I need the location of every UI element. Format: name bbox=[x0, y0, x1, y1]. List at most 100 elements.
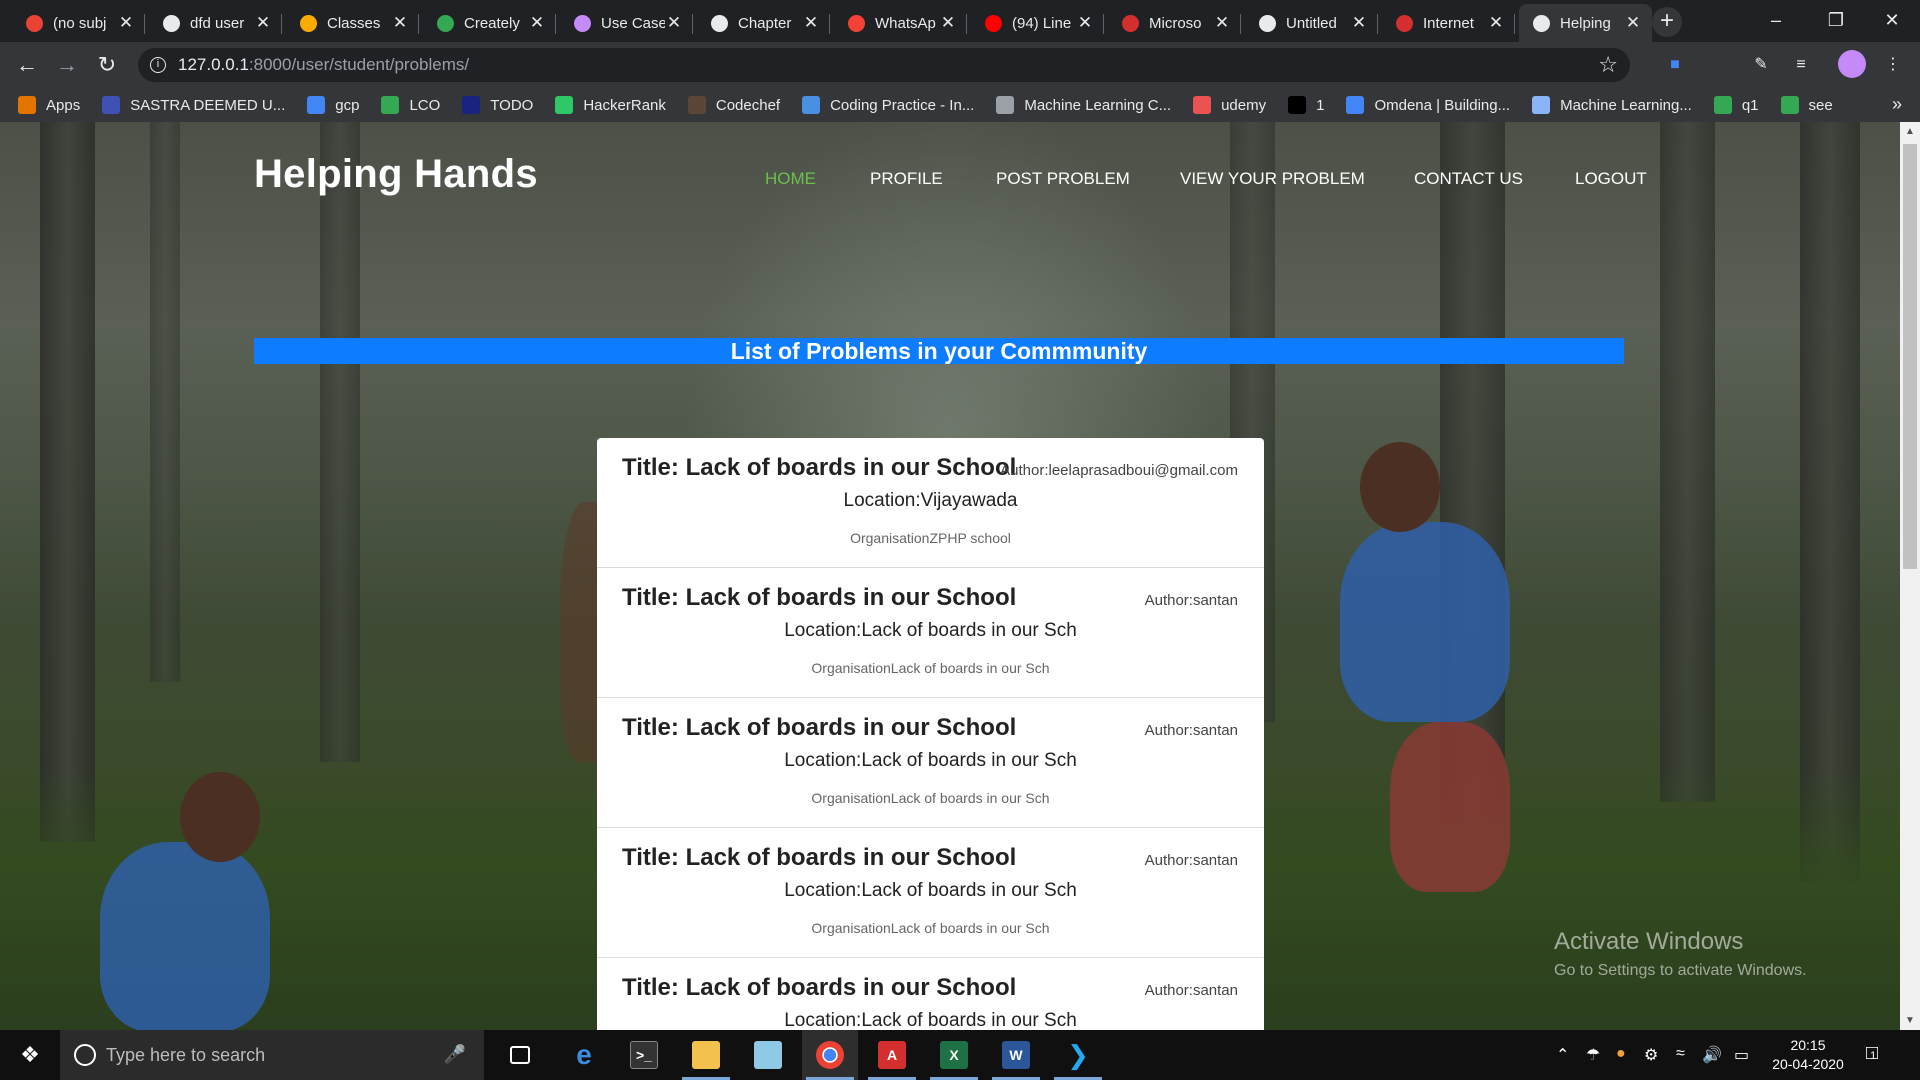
browser-tab[interactable]: Untitled ✕ bbox=[1245, 4, 1378, 42]
bookmark-item[interactable]: Machine Learning C... bbox=[996, 96, 1171, 114]
nav-profile[interactable]: PROFILE bbox=[870, 169, 943, 189]
browser-tab[interactable]: Microso ✕ bbox=[1108, 4, 1241, 42]
bookmark-item[interactable]: Apps bbox=[18, 96, 80, 114]
browser-tab[interactable]: Classes ✕ bbox=[286, 4, 419, 42]
taskbar-search-box[interactable]: Type here to search 🎤 bbox=[60, 1030, 484, 1080]
problem-card[interactable]: Title: Lack of boards in our School Autho… bbox=[597, 958, 1264, 1030]
bookmark-item[interactable]: LCO bbox=[381, 96, 440, 114]
extension-square-icon[interactable]: ■ bbox=[1662, 52, 1688, 78]
notification-center-icon[interactable]: □1 bbox=[1866, 1042, 1878, 1065]
bookmark-item[interactable]: SASTRA DEEMED U... bbox=[102, 96, 285, 114]
site-brand[interactable]: Helping Hands bbox=[254, 152, 538, 197]
media-queue-icon[interactable]: ≡ bbox=[1788, 52, 1814, 78]
word-icon[interactable]: W bbox=[988, 1030, 1044, 1080]
bookmark-item[interactable]: 1 bbox=[1288, 96, 1324, 114]
system-clock[interactable]: 20:15 20-04-2020 bbox=[1768, 1036, 1848, 1074]
nav-view-your-problem[interactable]: VIEW YOUR PROBLEM bbox=[1180, 169, 1365, 189]
browser-tab[interactable]: (94) Line ✕ bbox=[971, 4, 1104, 42]
vscode-icon[interactable]: ❯ bbox=[1050, 1030, 1106, 1080]
edge-icon[interactable]: e bbox=[556, 1030, 612, 1080]
tab-title: Classes bbox=[327, 14, 381, 32]
close-tab-icon[interactable]: ✕ bbox=[117, 13, 135, 33]
bookmark-item[interactable]: udemy bbox=[1193, 96, 1266, 114]
microphone-icon[interactable]: 🎤 bbox=[444, 1044, 466, 1065]
close-tab-icon[interactable]: ✕ bbox=[1076, 13, 1094, 33]
close-tab-icon[interactable]: ✕ bbox=[1487, 13, 1505, 33]
bookmark-item[interactable]: see bbox=[1780, 96, 1833, 114]
problem-card[interactable]: Title: Lack of boards in our School Autho… bbox=[597, 828, 1264, 958]
close-tab-icon[interactable]: ✕ bbox=[528, 13, 546, 33]
new-tab-button[interactable]: + bbox=[1652, 7, 1682, 37]
shield-icon[interactable]: ☂ bbox=[1586, 1045, 1600, 1065]
bookmark-item[interactable]: gcp bbox=[307, 96, 359, 114]
volume-icon[interactable]: 🔊 bbox=[1702, 1045, 1722, 1065]
bookmark-item[interactable]: Machine Learning... bbox=[1532, 96, 1692, 114]
menu-dots-icon[interactable]: ⋮ bbox=[1880, 52, 1906, 78]
minimize-button[interactable]: – bbox=[1746, 0, 1806, 40]
close-tab-icon[interactable]: ✕ bbox=[1624, 13, 1642, 33]
nav-home[interactable]: HOME bbox=[765, 169, 816, 189]
close-window-button[interactable]: ✕ bbox=[1862, 0, 1920, 40]
notepad-icon[interactable] bbox=[740, 1030, 796, 1080]
terminal-icon[interactable]: >_ bbox=[616, 1030, 672, 1080]
bookmark-item[interactable]: TODO bbox=[462, 96, 533, 114]
browser-tab[interactable]: Use Case ✕ bbox=[560, 4, 693, 42]
browser-tab[interactable]: Creately ✕ bbox=[423, 4, 556, 42]
reload-icon[interactable]: ↻ bbox=[92, 50, 122, 80]
back-arrow-icon[interactable]: ← bbox=[12, 50, 42, 80]
scrollbar-thumb[interactable] bbox=[1903, 144, 1917, 569]
page-scrollbar[interactable]: ▲ ▼ bbox=[1900, 122, 1920, 1030]
wifi-icon[interactable]: ≈ bbox=[1676, 1045, 1685, 1063]
scroll-up-arrow-icon[interactable]: ▲ bbox=[1900, 126, 1920, 137]
close-tab-icon[interactable]: ✕ bbox=[665, 13, 683, 33]
problem-location: Location:Lack of boards in our Sch bbox=[784, 1010, 1077, 1030]
chrome-icon[interactable] bbox=[802, 1030, 858, 1080]
nav-logout[interactable]: LOGOUT bbox=[1575, 169, 1647, 189]
scroll-down-arrow-icon[interactable]: ▼ bbox=[1900, 1015, 1920, 1026]
task-view-icon[interactable] bbox=[492, 1030, 548, 1080]
problem-card[interactable]: Title: Lack of boards in our School Autho… bbox=[597, 568, 1264, 698]
tray-network-off-icon[interactable]: ⚙ bbox=[1644, 1045, 1658, 1065]
more-bookmarks-icon[interactable]: » bbox=[1892, 94, 1902, 115]
nav-contact-us[interactable]: CONTACT US bbox=[1414, 169, 1523, 189]
bookmark-item[interactable]: Omdena | Building... bbox=[1346, 96, 1510, 114]
excel-icon[interactable]: X bbox=[926, 1030, 982, 1080]
close-tab-icon[interactable]: ✕ bbox=[939, 13, 957, 33]
tab-separator bbox=[144, 14, 145, 34]
tree-trunk bbox=[40, 122, 95, 842]
battery-icon[interactable]: ▭ bbox=[1734, 1045, 1749, 1065]
tray-chevron-up-icon[interactable]: ⌃ bbox=[1556, 1045, 1569, 1065]
tree-trunk bbox=[1660, 122, 1715, 802]
bookmark-item[interactable]: q1 bbox=[1713, 96, 1759, 114]
tab-separator bbox=[418, 14, 419, 34]
problem-card[interactable]: Title: Lack of boards in our School Autho… bbox=[597, 438, 1264, 568]
tray-app-icon[interactable]: ● bbox=[1616, 1045, 1626, 1063]
file-explorer-icon[interactable] bbox=[678, 1030, 734, 1080]
acrobat-icon[interactable]: A bbox=[864, 1030, 920, 1080]
problem-card[interactable]: Title: Lack of boards in our School Autho… bbox=[597, 698, 1264, 828]
browser-tab[interactable]: Chapter ✕ bbox=[697, 4, 830, 42]
browser-tab[interactable]: dfd user ✕ bbox=[149, 4, 282, 42]
browser-tab[interactable]: WhatsAp ✕ bbox=[834, 4, 967, 42]
bookmark-star-icon[interactable]: ☆ bbox=[1598, 52, 1618, 78]
close-tab-icon[interactable]: ✕ bbox=[391, 13, 409, 33]
browser-tab[interactable]: (no subj ✕ bbox=[12, 4, 145, 42]
browser-tab[interactable]: Internet ✕ bbox=[1382, 4, 1515, 42]
avatar[interactable] bbox=[1838, 50, 1866, 78]
tree-trunk bbox=[150, 122, 180, 682]
address-bar[interactable]: i 127.0.0.1:8000/user/student/problems/ … bbox=[138, 48, 1630, 82]
forward-arrow-icon[interactable]: → bbox=[52, 50, 82, 80]
bookmark-item[interactable]: Coding Practice - In... bbox=[802, 96, 974, 114]
windows-start-icon[interactable]: ❖ bbox=[0, 1030, 60, 1080]
bookmark-item[interactable]: Codechef bbox=[687, 96, 780, 114]
close-tab-icon[interactable]: ✕ bbox=[1350, 13, 1368, 33]
close-tab-icon[interactable]: ✕ bbox=[254, 13, 272, 33]
browser-tab[interactable]: Helping ✕ bbox=[1519, 4, 1652, 42]
close-tab-icon[interactable]: ✕ bbox=[802, 13, 820, 33]
bookmark-item[interactable]: HackerRank bbox=[555, 96, 666, 114]
info-icon[interactable]: i bbox=[150, 57, 166, 73]
close-tab-icon[interactable]: ✕ bbox=[1213, 13, 1231, 33]
nav-post-problem[interactable]: POST PROBLEM bbox=[996, 169, 1130, 189]
extension-pen-icon[interactable]: ✎ bbox=[1748, 52, 1774, 78]
restore-button[interactable]: ❐ bbox=[1806, 0, 1866, 40]
